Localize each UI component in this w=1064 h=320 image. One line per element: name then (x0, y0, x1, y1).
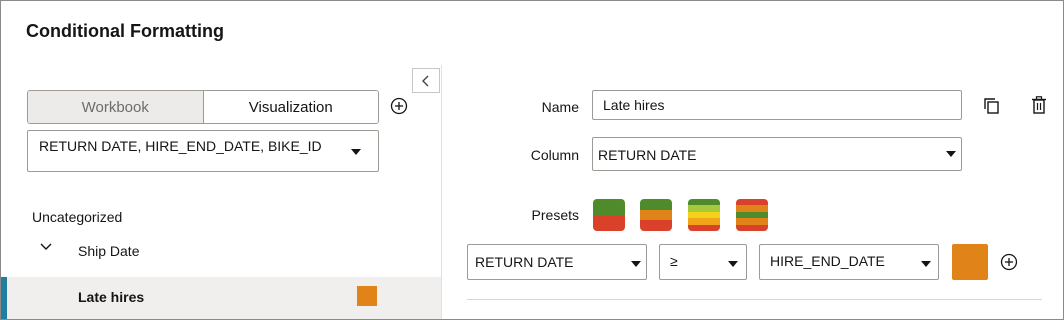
condition-operator-select[interactable]: ≥ (659, 244, 747, 280)
left-operand-value: RETURN DATE (475, 254, 574, 270)
chevron-down-icon[interactable] (40, 242, 52, 252)
columns-select[interactable]: RETURN DATE, HIRE_END_DATE, BIKE_ID (27, 130, 379, 172)
chevron-down-icon (631, 261, 641, 267)
pane-divider (441, 65, 442, 319)
column-label: Column (530, 147, 579, 163)
group-label: Uncategorized (32, 209, 123, 225)
trash-icon[interactable] (1031, 96, 1047, 114)
preset-two-band[interactable] (593, 199, 625, 231)
tab-workbook[interactable]: Workbook (28, 91, 204, 123)
column-select-value: RETURN DATE (598, 147, 697, 163)
name-input-value: Late hires (603, 97, 665, 113)
chevron-down-icon (946, 151, 956, 157)
rule-color-swatch (357, 286, 377, 306)
name-label: Name (541, 99, 579, 115)
rule-item-label: Late hires (78, 289, 145, 305)
collapse-pane-button[interactable] (412, 68, 440, 93)
format-color-swatch[interactable] (952, 244, 988, 280)
operator-value: ≥ (670, 253, 678, 269)
condition-left-operand-select[interactable]: RETURN DATE (467, 244, 647, 280)
condition-right-operand-select[interactable]: HIRE_END_DATE (759, 244, 939, 280)
chevron-down-icon (351, 149, 361, 155)
add-condition-button[interactable] (1000, 253, 1018, 271)
chevron-down-icon (728, 261, 738, 267)
conditional-formatting-dialog: Conditional Formatting Workbook Visualiz… (0, 0, 1064, 320)
copy-icon[interactable] (983, 97, 1001, 115)
selection-indicator (1, 277, 7, 319)
section-divider (467, 299, 1042, 300)
rule-item-late-hires[interactable]: Late hires (1, 277, 441, 319)
chevron-down-icon (921, 261, 931, 267)
name-input[interactable]: Late hires (592, 90, 962, 120)
columns-select-value: RETURN DATE, HIRE_END_DATE, BIKE_ID (39, 138, 322, 154)
scope-toggle: Workbook Visualization (27, 90, 379, 124)
preset-three-band[interactable] (640, 199, 672, 231)
presets-label: Presets (531, 207, 579, 223)
preset-five-band-gradient[interactable] (688, 199, 720, 231)
preset-five-band-mixed[interactable] (736, 199, 768, 231)
column-select[interactable]: RETURN DATE (592, 137, 962, 171)
right-operand-value: HIRE_END_DATE (770, 253, 885, 269)
add-rule-button[interactable] (390, 97, 408, 115)
chevron-left-icon (422, 75, 429, 86)
tab-visualization[interactable]: Visualization (203, 91, 378, 123)
rule-item-ship-date[interactable]: Ship Date (78, 243, 139, 259)
dialog-title: Conditional Formatting (26, 21, 224, 41)
